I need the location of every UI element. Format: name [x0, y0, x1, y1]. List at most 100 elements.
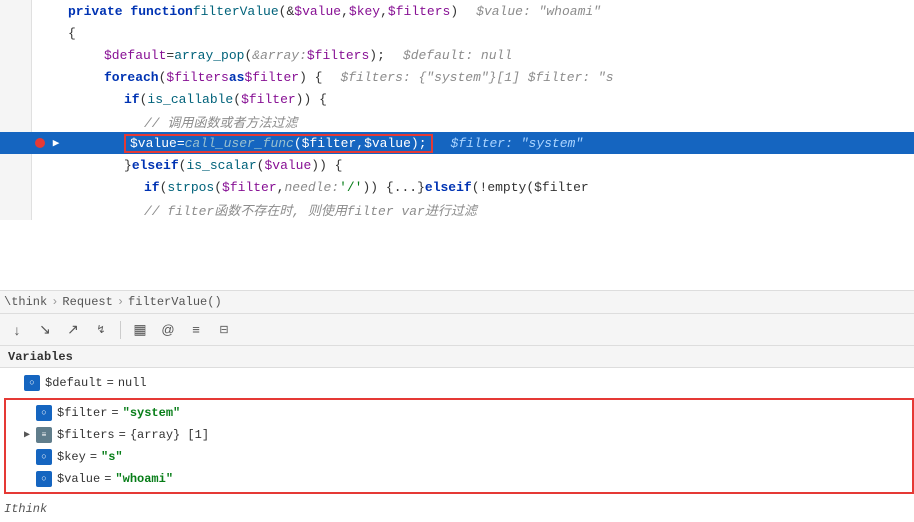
breadcrumb-sep-2: ›: [117, 295, 124, 309]
line7-hint: $filter: "system": [451, 136, 584, 151]
breakpoint-area-10[interactable]: [32, 198, 48, 220]
code-line-9: if ( strpos ( $filter , needle: '/' )) {…: [0, 176, 914, 198]
var-val-filter: "system": [123, 406, 181, 420]
evaluate-button[interactable]: ▦: [129, 319, 151, 341]
var-item-key[interactable]: ○ $key = "s": [12, 446, 906, 468]
expand-filters: ▶: [20, 428, 34, 442]
fn-paren-close: )) {: [296, 92, 327, 107]
breakpoint-area-6[interactable]: [32, 110, 48, 132]
variables-header: Variables: [0, 346, 914, 368]
fn-is-callable: is_callable: [147, 92, 233, 107]
kw-if: if: [124, 92, 140, 107]
code-line-10: // filter函数不存在时, 则使用filter var进行过滤: [0, 198, 914, 220]
breakpoint-area-8[interactable]: [32, 154, 48, 176]
breakpoints-button[interactable]: ≡: [185, 319, 207, 341]
expand-filter: [20, 406, 34, 420]
exec-arrow-1: [48, 0, 64, 22]
frames-button[interactable]: ⊟: [213, 319, 235, 341]
var-eq-value: =: [104, 472, 111, 486]
hint-array: &array:: [252, 48, 307, 63]
kw-elseif: elseif: [132, 158, 179, 173]
var-name-filter: $filter: [57, 406, 107, 420]
var-icon-value: ○: [36, 471, 52, 487]
kw-elseif2: elseif: [425, 180, 472, 195]
line-number-7: [0, 132, 32, 154]
assign-eq: =: [177, 136, 185, 151]
var-filter3: $filter: [222, 180, 277, 195]
line-number-4: [0, 66, 32, 88]
line-content-10: // filter函数不存在时, 则使用filter var进行过滤: [64, 200, 477, 219]
cuf-close: );: [411, 136, 427, 151]
code-line-1: private function filterValue (& $value ,…: [0, 0, 914, 22]
line3-hint: $default: null: [403, 48, 512, 63]
breakpoint-dot-7: [35, 138, 45, 148]
cuf-param-value: $value: [364, 136, 411, 151]
params-comma: ,: [341, 4, 349, 19]
expand-key: [20, 450, 34, 464]
var-item-filters[interactable]: ▶ ≡ $filters = {array} [1]: [12, 424, 906, 446]
exec-arrow-10: [48, 198, 64, 220]
var-eq-filter: =: [111, 406, 118, 420]
breakpoint-area-2[interactable]: [32, 22, 48, 44]
code-line-4: foreach ( $filters as $filter ) { $filte…: [0, 66, 914, 88]
var-icon-filters: ≡: [36, 427, 52, 443]
keyword-private: private function: [68, 4, 193, 19]
run-to-cursor-button[interactable]: ↯: [90, 319, 112, 341]
breakpoint-area-5[interactable]: [32, 88, 48, 110]
var-filter: $filter: [244, 70, 299, 85]
var-eq-key: =: [90, 450, 97, 464]
fn-strpos: strpos: [167, 180, 214, 195]
line-number-3: [0, 44, 32, 66]
params-close: ): [450, 4, 458, 19]
code-line-6: // 调用函数或者方法过滤: [0, 110, 914, 132]
kw-foreach: foreach: [104, 70, 159, 85]
step-into-button[interactable]: ↘: [34, 319, 56, 341]
step-over-button[interactable]: ↓: [6, 319, 28, 341]
var-value-assign: $value: [130, 136, 177, 151]
elseif2-content: (!empty($filter: [472, 180, 589, 195]
kw-if2: if: [144, 180, 160, 195]
line-content-8: } elseif ( is_scalar ( $value )) {: [64, 158, 343, 173]
breakpoint-area-3[interactable]: [32, 44, 48, 66]
exec-arrow-8: [48, 154, 64, 176]
foreach-close: ) {: [299, 70, 322, 85]
kw-as: as: [229, 70, 245, 85]
foreach-open: (: [159, 70, 167, 85]
var-item-value[interactable]: ○ $value = "whoami": [12, 468, 906, 490]
cuf-open: (: [294, 136, 302, 151]
var-item-filter[interactable]: ○ $filter = "system": [12, 402, 906, 424]
breakpoint-area-1[interactable]: [32, 0, 48, 22]
var-val-filters: {array} [1]: [130, 428, 209, 442]
highlighted-box: $value = call_user_func ( $filter , $val…: [124, 134, 433, 153]
line-content-3: $default = array_pop ( &array: $filters …: [64, 48, 512, 63]
breakpoint-area-4[interactable]: [32, 66, 48, 88]
breakpoint-area-9[interactable]: [32, 176, 48, 198]
breadcrumb-part-2[interactable]: Request: [62, 295, 112, 309]
debug-toolbar: ↓ ↘ ↗ ↯ ▦ @ ≡ ⊟: [0, 314, 914, 346]
line-content-1: private function filterValue (& $value ,…: [64, 4, 601, 19]
watch-button[interactable]: @: [157, 319, 179, 341]
param-filters: $filters: [388, 4, 450, 19]
breakpoint-area-7[interactable]: [32, 132, 48, 154]
step-out-button[interactable]: ↗: [62, 319, 84, 341]
exec-arrow-5: [48, 88, 64, 110]
comment-chinese-2: // filter函数不存在时, 则使用filter var进行过滤: [144, 200, 477, 219]
toolbar-separator-1: [120, 321, 121, 339]
exec-arrow-6: [48, 110, 64, 132]
breadcrumb-part-3[interactable]: filterValue(): [128, 295, 222, 309]
var-name-value: $value: [57, 472, 100, 486]
var-item-default[interactable]: ○ $default = null: [0, 372, 914, 394]
paren-close: );: [369, 48, 385, 63]
params-paren: (&: [279, 4, 295, 19]
array-pop-fn: array_pop: [174, 48, 244, 63]
breadcrumb-part-1[interactable]: \think: [4, 295, 47, 309]
bottom-section: ↓ ↘ ↗ ↯ ▦ @ ≡ ⊟ Variables ○ $default = n…: [0, 314, 914, 522]
if-open: (: [140, 92, 148, 107]
param-key: $key: [349, 4, 380, 19]
exec-arrow-9: [48, 176, 64, 198]
line-content-5: if ( is_callable ( $filter )) {: [64, 92, 327, 107]
line-content-9: if ( strpos ( $filter , needle: '/' )) {…: [64, 180, 589, 195]
line4-hint: $filters: {"system"}[1] $filter: "s: [340, 70, 613, 85]
fn-call-user-func: call_user_func: [185, 136, 294, 151]
ithink-label: Ithink: [4, 502, 47, 516]
